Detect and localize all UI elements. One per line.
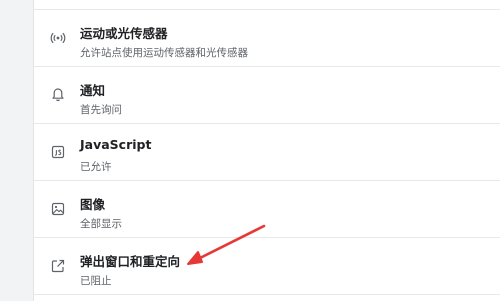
permission-status: 全部显示 <box>80 218 122 230</box>
permission-row-popups-redirects[interactable]: 弹出窗口和重定向 已阻止 <box>34 238 500 295</box>
permission-row-notifications[interactable]: 通知 首先询问 <box>34 67 500 124</box>
sensors-icon <box>50 30 66 46</box>
permission-title: JavaScript <box>80 137 152 152</box>
popup-redirect-icon <box>50 258 66 274</box>
permission-status: 首先询问 <box>80 104 122 116</box>
javascript-icon <box>50 144 66 160</box>
permission-status: 允许站点使用运动传感器和光传感器 <box>80 47 248 59</box>
permission-title: 运动或光传感器 <box>80 26 168 41</box>
permission-status: 已阻止 <box>80 275 112 287</box>
image-icon <box>50 201 66 217</box>
bell-icon <box>50 87 66 103</box>
permission-row-sensors[interactable]: 运动或光传感器 允许站点使用运动传感器和光传感器 <box>34 10 500 67</box>
permission-title: 通知 <box>80 83 106 98</box>
permission-title: 弹出窗口和重定向 <box>80 254 181 269</box>
permission-row-images[interactable]: 图像 全部显示 <box>34 181 500 238</box>
permission-title: 图像 <box>80 197 106 212</box>
permission-status: 已允许 <box>80 161 112 173</box>
page: 运动或光传感器 允许站点使用运动传感器和光传感器 通知 首先询问 JavaScr… <box>0 0 500 301</box>
permission-row-javascript[interactable]: JavaScript 已允许 <box>34 124 500 181</box>
site-settings-permissions-card: 运动或光传感器 允许站点使用运动传感器和光传感器 通知 首先询问 JavaScr… <box>33 0 500 301</box>
